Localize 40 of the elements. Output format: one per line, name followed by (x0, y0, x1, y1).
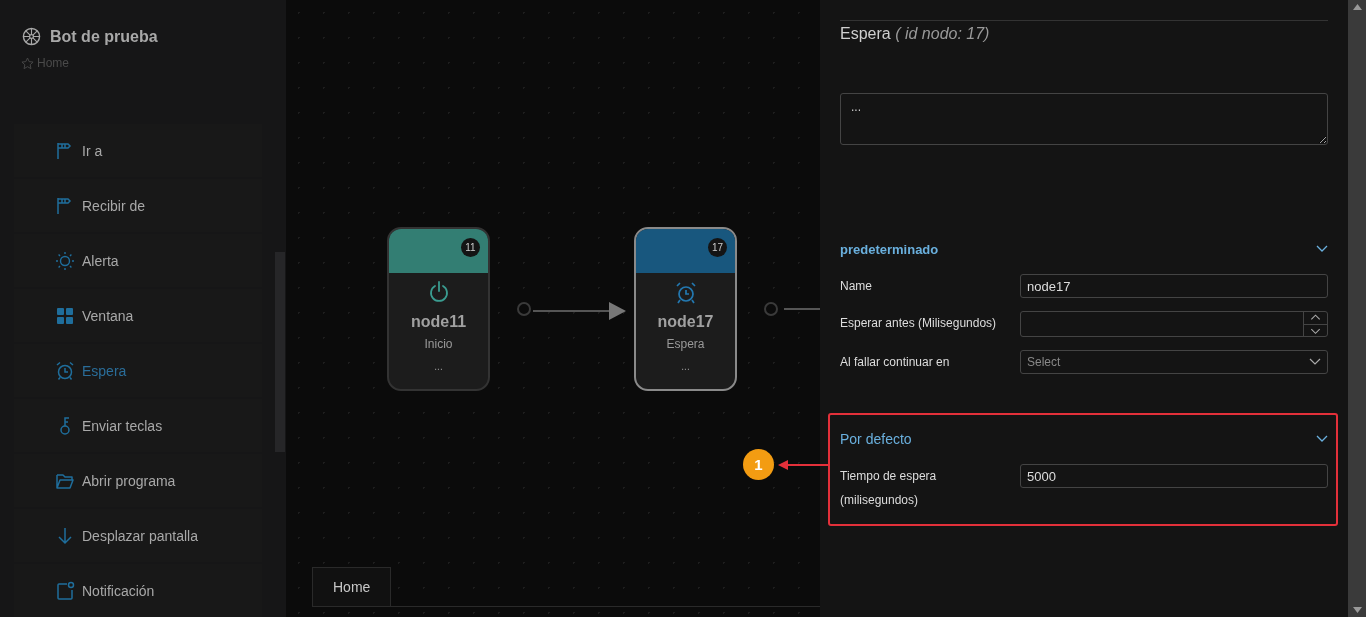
scroll-down-icon[interactable] (1352, 607, 1362, 613)
text-field[interactable]: node17 (1020, 274, 1328, 298)
chevron-icon (1316, 435, 1328, 443)
node-name: node11 (410, 313, 467, 331)
chevron-icon (1316, 245, 1328, 253)
wheel-icon (22, 27, 41, 46)
tab[interactable]: Home (312, 567, 392, 606)
node-id-badge: 11 (461, 238, 480, 257)
chevron-icon (1309, 358, 1321, 366)
arrow-down-icon (55, 525, 75, 546)
field-label: Name (840, 278, 873, 295)
scrollbar-thumb[interactable] (275, 252, 285, 452)
section-header[interactable]: Por defecto (840, 427, 1328, 451)
node-note: ... (681, 361, 690, 372)
node-note: ... (434, 361, 443, 372)
sun-icon (55, 250, 75, 271)
connection-line (784, 307, 820, 311)
app-title: Bot de prueba (50, 27, 158, 46)
text-field[interactable]: 5000 (1020, 464, 1328, 488)
number-field[interactable] (1020, 311, 1328, 337)
select-dropdown[interactable]: Select (1020, 350, 1328, 374)
annotation-arrow (778, 459, 830, 471)
grid-icon (55, 305, 75, 326)
spin-down-icon[interactable] (1304, 323, 1327, 336)
node-id-badge: 17 (708, 238, 727, 257)
field-label: Tiempo de espera (milisegundos) (840, 468, 938, 509)
star-icon (21, 56, 34, 70)
field-label: Al fallar continuar en (840, 354, 951, 371)
field-label: Esperar antes (Milisegundos) (840, 315, 998, 332)
node-type: Inicio (424, 337, 453, 351)
node-type: Espera (666, 337, 705, 351)
alarm-clock-icon (55, 360, 75, 381)
panel-title: Espera ( id nodo: 17) (840, 25, 991, 43)
section-header[interactable]: predeterminado (840, 237, 1328, 261)
description-field[interactable]: ... (840, 93, 1328, 145)
notification-icon (55, 580, 75, 601)
scroll-up-icon[interactable] (1352, 4, 1362, 10)
flow-node[interactable]: 17 node17 Espera ... (634, 227, 737, 391)
flow-node[interactable]: 11 node11 Inicio ... (387, 227, 490, 391)
node-name: node17 (657, 313, 714, 331)
